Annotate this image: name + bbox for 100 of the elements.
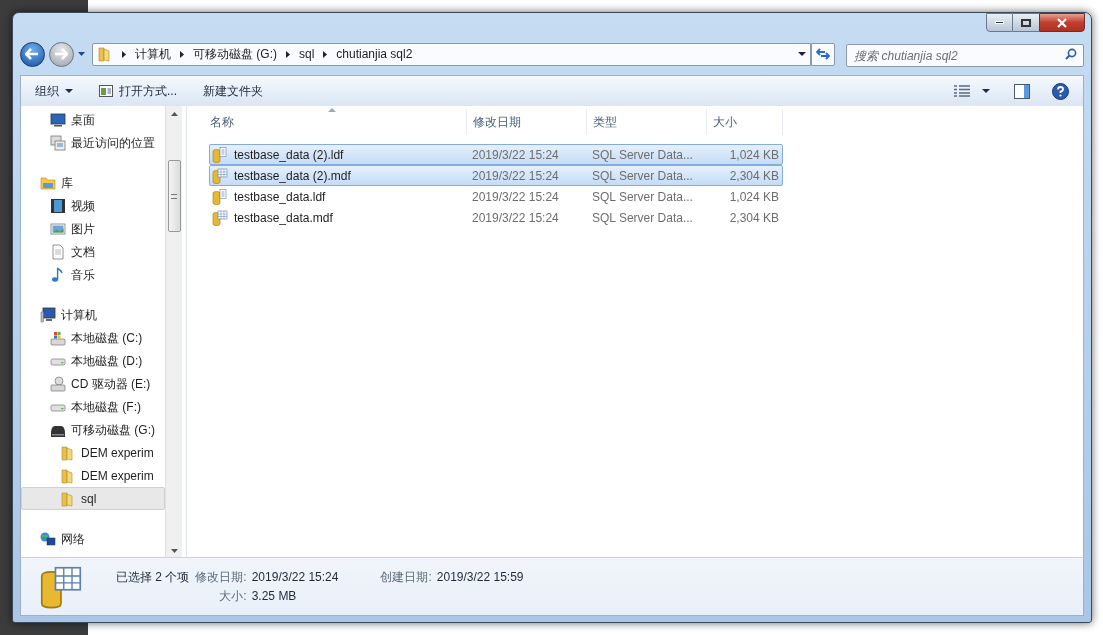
breadcrumb-item[interactable]: 计算机 [134,45,171,63]
file-type: SQL Server Data... [591,188,694,206]
column-header[interactable]: 类型 [587,109,707,135]
nav-item[interactable]: 图片 [21,217,165,240]
close-icon [1056,17,1068,28]
nav-item[interactable]: DEM experim [21,464,165,487]
file-size: 1,024 KB [728,188,780,206]
view-list-icon[interactable] [954,85,970,97]
nav-item[interactable]: DEM experim [21,441,165,464]
file-type: SQL Server Data... [591,167,694,185]
detail-value: 2019/3/22 15:59 [435,569,524,586]
left-arrow-icon [25,48,40,60]
dropdown-caret-icon [798,52,807,56]
detail-value: 3.25 MB [250,588,298,605]
document-icon [50,243,66,260]
nav-item[interactable]: 视频 [21,194,165,217]
file-row[interactable]: testbase_data (2).ldf 2019/3/22 15:24 SQL Server Data... 1,024 KB [209,144,783,165]
chevron-right-icon [323,50,328,58]
nav-item[interactable]: 桌面 [21,108,165,131]
nav-item[interactable]: 本地磁盘 (C:) [21,326,165,349]
window-icon [99,85,113,97]
file-type: SQL Server Data... [591,209,694,227]
preview-pane-icon[interactable] [1014,83,1030,99]
toolbar-button[interactable]: 新建文件夹 [203,82,263,100]
database-grid-icon [212,209,228,226]
breadcrumb-item[interactable]: sql [298,45,315,63]
modified-date: 2019/3/22 15:24 [471,146,560,164]
nav-item[interactable]: 本地磁盘 (D:) [21,349,165,372]
file-type: SQL Server Data... [591,146,694,164]
refresh-button[interactable] [811,42,836,66]
dropdown-caret-icon [65,89,73,93]
chevron-right-icon [121,50,126,58]
file-name: testbase_data.mdf [234,209,333,227]
picture-icon [50,220,66,237]
back-button[interactable] [20,41,45,67]
dropdown-caret-icon[interactable] [982,89,990,93]
database-grid-icon [212,167,228,184]
nav-item[interactable]: CD 驱动器 (E:) [21,372,165,395]
nav-item[interactable]: 文档 [21,240,165,263]
file-name: testbase_data (2).mdf [234,167,351,185]
nav-item[interactable]: 本地磁盘 (F:) [21,395,165,418]
folder-icon [60,467,76,484]
database-grid-icon [39,564,83,609]
scroll-up-icon [170,112,178,116]
nav-item[interactable]: 网络 [21,527,165,550]
selection-count: 已选择 2 个项 [116,569,191,586]
dropdown-caret-icon [77,52,85,56]
folder-icon [60,490,76,507]
file-name: testbase_data.ldf [234,188,326,206]
windows-drive-icon [50,329,66,346]
database-page-icon [212,146,228,163]
recent-places-icon [50,134,66,151]
nav-item[interactable]: 可移动磁盘 (G:) [21,418,165,441]
help-icon[interactable] [1052,82,1069,100]
nav-item[interactable]: 计算机 [21,303,165,326]
search-icon [1065,47,1078,60]
file-size: 1,024 KB [728,146,780,164]
address-bar[interactable]: 计算机 可移动磁盘 (G:) sql chutianjia sql2 [91,42,812,66]
monitor-icon [50,111,66,128]
organize-menu[interactable]: 组织 [35,82,73,100]
database-page-icon [212,188,228,205]
library-folder-icon [40,174,56,191]
right-arrow-icon [54,48,69,60]
modified-date: 2019/3/22 15:24 [471,188,560,206]
detail-label: 修改日期: [195,569,247,586]
search-field[interactable]: 搜索 chutianjia sql2 [846,44,1085,67]
folder-icon [60,444,76,461]
detail-label: 创建日期: [380,569,432,586]
file-row[interactable]: testbase_data (2).mdf 2019/3/22 15:24 SQL Server Data... 2,304 KB [209,165,783,186]
folder-icon [96,46,113,62]
nav-item[interactable]: 最近访问的位置 [21,131,165,154]
scroll-down-icon [170,549,178,553]
refresh-arrows-icon [816,48,831,60]
column-header[interactable]: 名称 [204,109,467,135]
nav-item[interactable]: 音乐 [21,263,165,286]
computer-icon [40,306,56,323]
detail-value: 2019/3/22 15:24 [250,569,340,586]
modified-date: 2019/3/22 15:24 [471,167,560,185]
minimize-button[interactable] [986,13,1013,32]
column-header[interactable]: 大小 [707,109,783,135]
network-icon [40,530,56,547]
modified-date: 2019/3/22 15:24 [471,209,560,227]
close-button[interactable] [1039,13,1085,32]
column-header[interactable]: 修改日期 [467,109,587,135]
file-size: 2,304 KB [728,167,780,185]
chevron-right-icon [285,50,290,58]
file-row[interactable]: testbase_data.ldf 2019/3/22 15:24 SQL Server Data... 1,024 KB [209,186,783,207]
scroll-thumb[interactable] [167,160,181,232]
film-strip-icon [50,197,66,214]
cd-drive-icon [50,375,66,392]
scrollbar[interactable] [165,106,182,557]
forward-button[interactable] [49,41,74,67]
nav-item[interactable]: sql [21,487,165,510]
detail-label: 大小: [218,588,247,605]
file-row[interactable]: testbase_data.mdf 2019/3/22 15:24 SQL Server Data... 2,304 KB [209,207,783,228]
nav-item[interactable]: 库 [21,171,165,194]
breadcrumb-item[interactable]: chutianjia sql2 [336,45,413,63]
maximize-button[interactable] [1013,13,1039,32]
breadcrumb-item[interactable]: 可移动磁盘 (G:) [192,45,277,63]
toolbar-button[interactable]: 打开方式... [99,82,177,100]
